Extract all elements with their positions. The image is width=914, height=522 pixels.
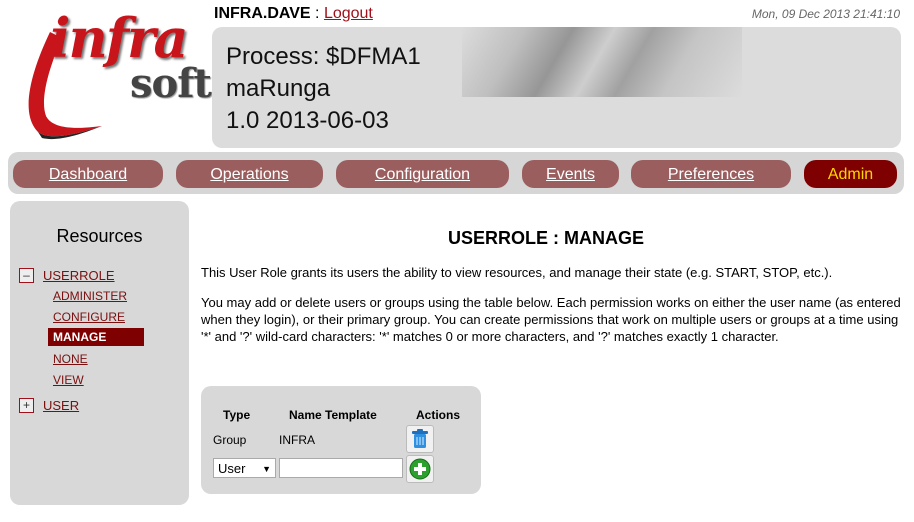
add-permission-button[interactable]: [406, 455, 434, 483]
sidebar-title: Resources: [56, 226, 143, 246]
row-type: Group: [213, 433, 247, 447]
process-info: Process: $DFMA1 maRunga 1.0 2013-06-03: [226, 41, 421, 137]
resources-sidebar: Resources – USERROLE ADMINISTER CONFIGUR…: [10, 201, 189, 505]
column-header-name-template: Name Template: [289, 408, 377, 422]
timestamp: Mon, 09 Dec 2013 21:41:10: [751, 7, 900, 21]
process-banner-image: [462, 27, 742, 97]
main-navbar: Dashboard Operations Configuration Event…: [8, 152, 904, 194]
expand-user-toggle[interactable]: +: [19, 398, 34, 413]
user-bar: INFRA.DAVE : Logout: [214, 5, 373, 23]
process-app: maRunga: [226, 75, 331, 102]
chevron-down-icon: ▼: [262, 464, 271, 474]
nav-operations[interactable]: Operations: [176, 160, 323, 188]
tree-item-configure[interactable]: CONFIGURE: [53, 310, 125, 324]
tree-item-user[interactable]: USER: [43, 398, 79, 413]
user-separator: :: [310, 5, 324, 22]
description-text: This User Role grants its users the abil…: [201, 265, 833, 280]
nav-admin[interactable]: Admin: [804, 160, 897, 188]
page-title: USERROLE : MANAGE: [447, 228, 644, 248]
username: INFRA.DAVE: [214, 5, 311, 22]
logout-link[interactable]: Logout: [324, 5, 373, 22]
add-icon: [409, 458, 431, 480]
logo-text-soft: soft: [130, 60, 212, 107]
process-info-panel: Process: $DFMA1 maRunga 1.0 2013-06-03: [212, 27, 901, 148]
tree-item-manage[interactable]: MANAGE: [48, 328, 145, 346]
instructions-text: You may add or delete users or groups us…: [201, 295, 901, 344]
tree-item-userrole[interactable]: USERROLE: [43, 268, 115, 283]
permissions-table: Type Name Template Actions Group INFRA U…: [201, 386, 481, 494]
process-name: Process: $DFMA1: [226, 43, 421, 70]
type-select[interactable]: User ▼: [213, 458, 276, 478]
column-header-type: Type: [223, 408, 251, 422]
column-header-actions: Actions: [416, 408, 461, 422]
tree-item-administer[interactable]: ADMINISTER: [53, 289, 127, 303]
type-select-value: User: [218, 461, 246, 476]
nav-preferences[interactable]: Preferences: [631, 160, 791, 188]
delete-permission-button[interactable]: [406, 425, 434, 453]
nav-configuration[interactable]: Configuration: [336, 160, 509, 188]
tree-item-view[interactable]: VIEW: [53, 373, 84, 387]
name-template-input[interactable]: [279, 458, 403, 478]
row-name: INFRA: [279, 433, 315, 447]
nav-dashboard[interactable]: Dashboard: [13, 160, 163, 188]
trash-icon: [412, 429, 428, 448]
tree-item-none[interactable]: NONE: [53, 352, 88, 366]
collapse-userrole-toggle[interactable]: –: [19, 268, 34, 283]
nav-events[interactable]: Events: [522, 160, 619, 188]
infrasoft-logo: infra soft: [12, 4, 212, 144]
process-version: 1.0 2013-06-03: [226, 107, 389, 134]
